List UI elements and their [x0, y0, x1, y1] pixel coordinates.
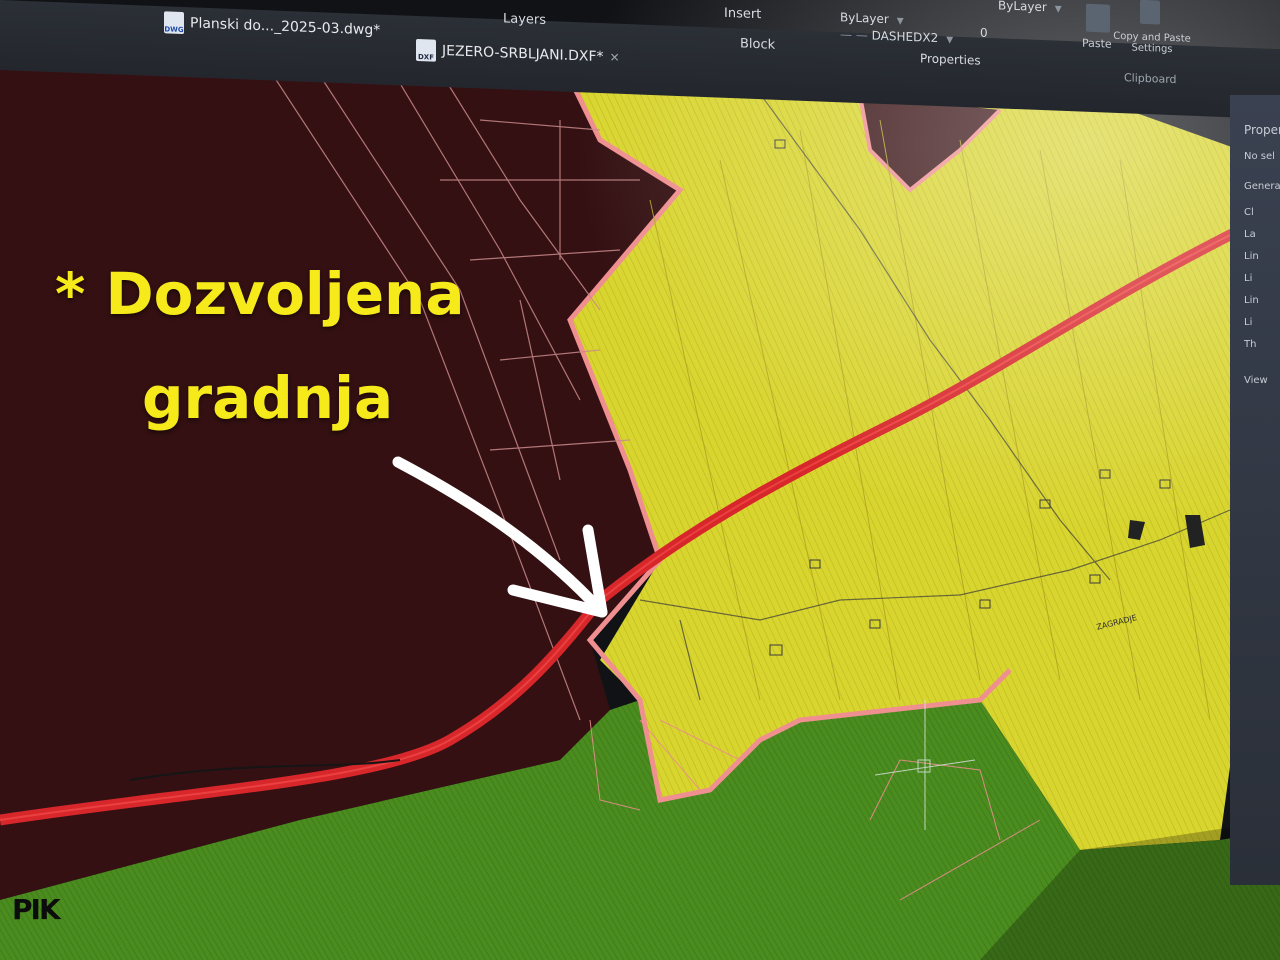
dwg-file-icon: DWG [164, 11, 184, 35]
annotation-line2: gradnja [142, 364, 394, 432]
insert-group-label[interactable]: Insert [724, 6, 761, 22]
palette-row[interactable]: View [1244, 375, 1268, 386]
palette-row[interactable]: Th [1244, 339, 1256, 350]
palette-row[interactable]: Li [1244, 273, 1252, 284]
lineweight-dropdown[interactable]: ByLayer ▼ [998, 0, 1062, 15]
paste-button[interactable]: Paste [1082, 37, 1112, 51]
palette-row[interactable]: Cl [1244, 207, 1254, 218]
properties-palette: Proper No sel General Cl La Lin Li Lin L… [1230, 95, 1280, 885]
cad-map-canvas[interactable] [0, 0, 1280, 960]
file-tab-dwg[interactable]: DWG Planski do..._2025-03.dwg* [158, 10, 390, 43]
palette-row[interactable]: No sel [1244, 151, 1275, 162]
palette-title: Proper [1244, 123, 1280, 137]
clipboard-group-label: Clipboard [1124, 71, 1177, 87]
copy-paste-settings-button[interactable]: Copy and Paste Settings [1112, 31, 1192, 56]
pik-logo: PIK [12, 893, 61, 926]
close-icon[interactable]: ✕ [610, 50, 620, 64]
palette-row[interactable]: La [1244, 229, 1256, 240]
linetype-dropdown[interactable]: — — DASHEDX2 ▼ [840, 27, 953, 45]
block-group-label[interactable]: Block [740, 36, 775, 52]
properties-group-label[interactable]: Properties [920, 51, 981, 67]
palette-row[interactable]: Lin [1244, 295, 1259, 306]
paste-icon[interactable] [1086, 3, 1110, 33]
dxf-file-icon: DXF [416, 38, 436, 62]
file-tab-label: Planski do..._2025-03.dwg* [190, 15, 381, 39]
copy-paste-settings-icon[interactable] [1140, 0, 1160, 25]
color-dropdown[interactable]: ByLayer ▼ [840, 10, 904, 26]
transparency-field[interactable]: 0 [980, 26, 988, 40]
layers-group-label: Layers [503, 11, 547, 28]
palette-row[interactable]: Li [1244, 317, 1252, 328]
annotation-line1: * Dozvoljena [55, 260, 465, 328]
palette-row[interactable]: General [1244, 181, 1280, 192]
file-tab-dxf[interactable]: DXF JEZERO-SRBLJANI.DXF* ✕ [410, 38, 630, 70]
file-tab-label: JEZERO-SRBLJANI.DXF* [442, 42, 604, 66]
palette-row[interactable]: Lin [1244, 251, 1259, 262]
